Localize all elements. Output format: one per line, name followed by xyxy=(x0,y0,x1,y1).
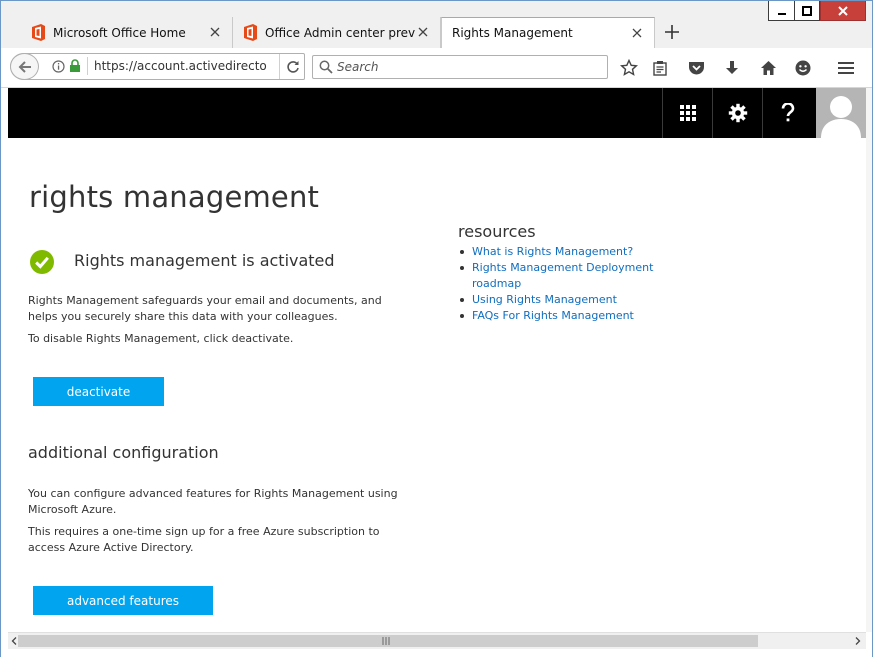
search-input[interactable] xyxy=(337,58,597,76)
additional-configuration-heading: additional configuration xyxy=(28,443,219,462)
office-logo-icon xyxy=(244,24,257,41)
window-controls xyxy=(768,1,866,21)
deactivate-button[interactable]: deactivate xyxy=(33,377,164,406)
browser-window: Microsoft Office Home Office Admin cente… xyxy=(0,0,873,657)
downloads-button[interactable] xyxy=(721,57,743,79)
resource-link-using-rms[interactable]: Using Rights Management xyxy=(458,292,688,308)
search-bar[interactable] xyxy=(312,55,608,79)
clipboard-icon xyxy=(653,61,667,76)
description-text: Rights Management safeguards your email … xyxy=(28,294,382,323)
lock-icon[interactable] xyxy=(69,59,81,73)
reload-button[interactable] xyxy=(279,54,306,79)
back-arrow-icon xyxy=(18,60,31,73)
feedback-button[interactable] xyxy=(792,57,814,79)
help-icon xyxy=(781,103,794,122)
resources-heading: resources xyxy=(458,222,536,241)
maximize-icon xyxy=(802,5,812,16)
tab-microsoft-office-home[interactable]: Microsoft Office Home xyxy=(21,17,233,48)
tab-title: Rights Management xyxy=(452,26,573,40)
office-logo-icon xyxy=(32,24,45,41)
close-tab-icon[interactable] xyxy=(208,25,222,39)
navigation-toolbar: https://account.activedirecto xyxy=(1,48,872,88)
resource-link-deployment-roadmap[interactable]: Rights Management Deployment roadmap xyxy=(458,260,688,292)
url-separator xyxy=(87,57,88,75)
home-icon xyxy=(760,61,776,75)
advanced-features-button[interactable]: advanced features xyxy=(33,586,213,615)
pocket-button[interactable] xyxy=(685,57,707,79)
reload-icon xyxy=(287,60,299,73)
tab-strip: Microsoft Office Home Office Admin cente… xyxy=(1,1,872,48)
user-avatar-icon xyxy=(821,96,861,138)
chevron-right-icon xyxy=(855,637,861,645)
app-launcher-button[interactable] xyxy=(662,88,712,138)
download-arrow-icon xyxy=(726,61,738,74)
page-title: rights management xyxy=(29,180,320,214)
grip-icon xyxy=(382,637,390,645)
minimize-icon xyxy=(777,12,786,15)
search-icon xyxy=(319,60,333,74)
resources-list: What is Rights Management? Rights Manage… xyxy=(458,244,688,324)
close-window-button[interactable] xyxy=(820,1,866,21)
status-text: Rights management is activated xyxy=(74,251,335,270)
hamburger-menu-icon xyxy=(838,62,854,74)
tab-office-admin-center[interactable]: Office Admin center previ xyxy=(233,17,441,48)
info-icon[interactable] xyxy=(52,60,65,73)
app-launcher-icon xyxy=(679,105,696,121)
office-header-bar xyxy=(8,88,866,138)
url-text[interactable]: https://account.activedirecto xyxy=(94,59,274,73)
reading-list-button[interactable] xyxy=(649,57,671,79)
window-bottom-border xyxy=(1,649,872,657)
plus-icon xyxy=(665,25,679,39)
home-button[interactable] xyxy=(757,57,779,79)
checkmark-icon xyxy=(30,250,54,274)
disable-hint-text: To disable Rights Management, click deac… xyxy=(28,332,294,345)
bookmark-star-button[interactable] xyxy=(618,57,640,79)
chevron-left-icon xyxy=(11,637,17,645)
signup-text: This requires a one-time sign up for a f… xyxy=(28,525,380,554)
config-text: You can configure advanced features for … xyxy=(28,487,398,516)
avatar[interactable] xyxy=(816,88,866,138)
tab-rights-management[interactable]: Rights Management xyxy=(441,17,655,48)
tab-title: Office Admin center previ xyxy=(265,25,415,40)
maximize-button[interactable] xyxy=(794,1,820,21)
new-tab-button[interactable] xyxy=(661,21,683,43)
close-icon xyxy=(838,5,848,16)
close-tab-icon[interactable] xyxy=(416,25,430,39)
resource-link-faqs[interactable]: FAQs For Rights Management xyxy=(458,308,688,324)
main-content: rights management Rights management is a… xyxy=(8,138,866,632)
pocket-icon xyxy=(688,62,704,75)
scroll-right-button[interactable] xyxy=(853,635,863,647)
horizontal-scrollbar[interactable] xyxy=(8,632,866,649)
smiley-icon xyxy=(795,60,811,76)
tab-title: Microsoft Office Home xyxy=(53,25,186,40)
close-tab-icon[interactable] xyxy=(630,26,644,40)
menu-button[interactable] xyxy=(835,57,857,79)
gear-icon xyxy=(728,103,747,123)
star-icon xyxy=(620,59,638,76)
back-button[interactable] xyxy=(10,53,39,80)
vertical-scrollbar[interactable] xyxy=(866,88,872,632)
minimize-button[interactable] xyxy=(768,1,794,21)
help-button[interactable] xyxy=(762,88,812,138)
scrollbar-thumb[interactable] xyxy=(18,635,758,647)
settings-button[interactable] xyxy=(712,88,762,138)
url-bar[interactable]: https://account.activedirecto xyxy=(10,53,305,80)
resource-link-what-is-rms[interactable]: What is Rights Management? xyxy=(458,244,688,260)
